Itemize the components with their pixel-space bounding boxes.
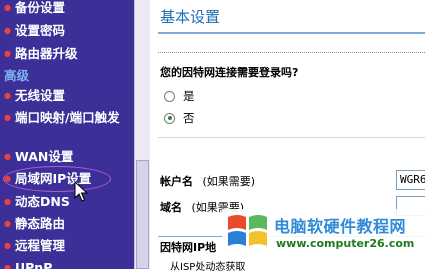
bullet-icon: ● xyxy=(4,174,11,183)
sidebar-item-label: WAN设置 xyxy=(15,149,74,164)
sidebar-item-label: UPnP xyxy=(15,260,53,269)
sidebar-item-router-upgrade[interactable]: ● 路由器升级 xyxy=(4,45,132,63)
sidebar-item-label: 静态路由 xyxy=(15,216,66,231)
bullet-icon: ● xyxy=(4,3,11,12)
radio-no[interactable] xyxy=(164,112,175,124)
radio-yes[interactable] xyxy=(164,90,175,102)
sidebar-item-wireless-settings[interactable]: ● 无线设置 xyxy=(4,87,132,105)
sidebar-item-label: 备份设置 xyxy=(15,0,66,15)
bullet-icon: ● xyxy=(4,263,11,269)
bullet-icon: ● xyxy=(4,197,11,206)
domain-name-label: 域名 xyxy=(160,201,182,214)
radio-no-label: 否 xyxy=(183,111,195,125)
radio-no-row[interactable]: 否 xyxy=(164,110,195,126)
radio-yes-row[interactable]: 是 xyxy=(164,88,195,104)
sidebar-item-lan-ip-settings[interactable]: ● 局域网IP设置 xyxy=(4,170,132,188)
sidebar-item-remote-management[interactable]: ● 远程管理 xyxy=(4,237,132,255)
bullet-icon: ● xyxy=(4,49,11,58)
account-name-label: 帐户名 xyxy=(160,175,193,188)
sidebar-nav: ● 备份设置 ● 设置密码 ● 路由器升级 高级 ● 无线设置 ● 端口映射/端… xyxy=(0,0,134,269)
sidebar-item-set-password[interactable]: ● 设置密码 xyxy=(4,22,132,40)
account-name-hint: (如果需要) xyxy=(202,175,256,188)
scrollbar-thumb[interactable] xyxy=(136,160,149,269)
sidebar-item-label: 端口映射/端口触发 xyxy=(15,110,120,125)
bullet-icon: ● xyxy=(4,91,11,100)
sidebar-item-backup-settings[interactable]: ● 备份设置 xyxy=(4,0,132,17)
sidebar-item-label: 设置密码 xyxy=(15,23,66,38)
account-name-input[interactable]: WGR6 xyxy=(396,170,425,190)
dynamic-ip-option[interactable]: 从ISP处动态获取 xyxy=(170,258,245,273)
account-name-label-row: 帐户名 (如果需要) xyxy=(160,173,255,189)
bullet-icon: ● xyxy=(4,241,11,250)
bullet-icon: ● xyxy=(4,219,11,228)
internet-ip-label: 因特网IP地 xyxy=(160,241,217,254)
sidebar-scrollbar[interactable] xyxy=(134,0,150,269)
bullet-icon: ● xyxy=(4,26,11,35)
sidebar-item-upnp[interactable]: ● UPnP xyxy=(4,259,132,269)
sidebar-item-port-forwarding[interactable]: ● 端口映射/端口触发 xyxy=(4,109,132,127)
sidebar-item-label: 动态DNS xyxy=(15,194,70,209)
sidebar-item-static-routes[interactable]: ● 静态路由 xyxy=(4,215,132,233)
login-question: 您的因特网连接需要登录吗? xyxy=(160,66,299,79)
bullet-icon: ● xyxy=(4,152,11,161)
page-title: 基本设置 xyxy=(160,8,221,26)
sidebar-item-dynamic-dns[interactable]: ● 动态DNS xyxy=(4,193,132,211)
dynamic-ip-option-label: 从ISP处动态获取 xyxy=(170,262,246,273)
sidebar-section-advanced: 高级 xyxy=(4,68,30,83)
sidebar-item-wan-settings[interactable]: ● WAN设置 xyxy=(4,148,132,166)
watermark-url: www.computer26.com xyxy=(276,237,415,250)
section-divider xyxy=(158,137,425,138)
bullet-icon: ● xyxy=(4,113,11,122)
watermark: 电脑软硬件教程网 www.computer26.com xyxy=(222,209,425,257)
windows-logo-icon xyxy=(228,215,267,246)
sidebar-item-label: 远程管理 xyxy=(15,238,66,253)
sidebar-item-label: 无线设置 xyxy=(15,88,66,103)
mouse-cursor-icon xyxy=(74,181,88,202)
sidebar-item-label: 路由器升级 xyxy=(15,46,78,61)
watermark-title: 电脑软硬件教程网 xyxy=(274,217,407,236)
title-underline xyxy=(158,32,425,34)
radio-yes-label: 是 xyxy=(183,89,195,103)
dotted-divider xyxy=(158,52,425,53)
